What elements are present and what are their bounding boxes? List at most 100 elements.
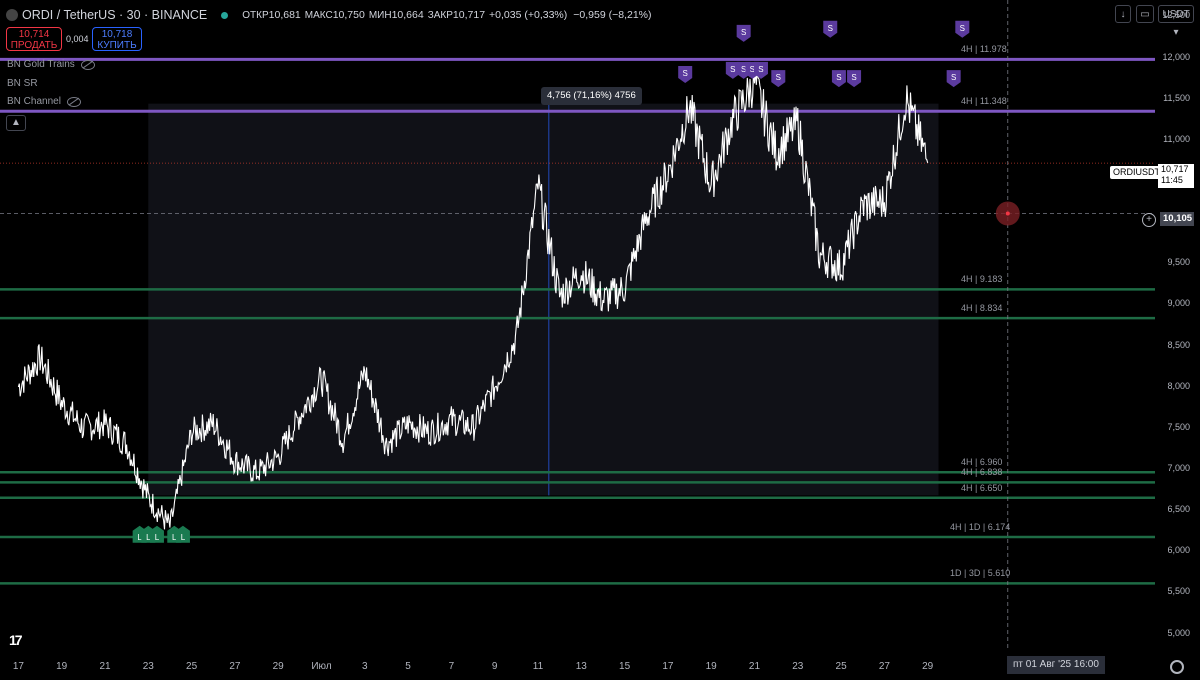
sell-price: 10,714: [18, 29, 50, 40]
spread-value: 0,004: [66, 34, 89, 44]
market-status-icon: [221, 11, 229, 19]
level-label: 4H | 11.348: [961, 96, 1007, 107]
price-tick-label: 6,500: [1167, 504, 1190, 515]
s-signal-label: S: [741, 28, 746, 37]
time-tick-label: 5: [405, 661, 411, 672]
level-label: 4H | 6.960: [961, 457, 1003, 468]
time-tick-label: 21: [748, 661, 761, 672]
indicator-label: BN Gold Trains: [7, 59, 75, 70]
symbol-logo-icon: [6, 9, 18, 21]
buy-price: 10,718: [101, 29, 133, 40]
price-tick-label: 7,500: [1167, 421, 1190, 432]
trading-chart-app: SSSSSSSSSSSSLLLLL ORDI / TetherUS · 30 ·…: [0, 0, 1200, 680]
buy-label: КУПИТЬ: [97, 40, 137, 51]
sell-button[interactable]: 10,714 ПРОДАТЬ: [6, 27, 62, 51]
time-tick-label: 9: [491, 661, 498, 672]
indicator-gold-trains[interactable]: BN Gold Trains: [7, 59, 95, 70]
s-signal-label: S: [730, 65, 735, 74]
crosshair-time-tag: пт 01 Авг '25 16:00: [1007, 656, 1105, 674]
measure-area: [148, 103, 939, 496]
time-tick-label: 17: [662, 661, 674, 672]
time-tick-label: 27: [878, 661, 890, 672]
time-tick-label: 19: [56, 661, 68, 672]
ohlc-open-key: ОТКР: [242, 9, 269, 21]
level-label: 4H | 9.183: [961, 274, 1003, 285]
s-signal-marker: S: [678, 66, 693, 84]
ohlc-close-key: ЗАКР: [427, 9, 453, 21]
time-tick-label: 7: [448, 661, 455, 672]
time-tick-label: Июл: [311, 661, 332, 672]
sell-label: ПРОДАТЬ: [10, 40, 58, 51]
s-signal-label: S: [776, 73, 781, 82]
hidden-eye-icon[interactable]: [80, 59, 95, 70]
l-signal-marker: L: [175, 525, 190, 543]
price-tick-label: 7,000: [1167, 462, 1190, 473]
time-tick-label: 19: [705, 661, 717, 672]
price-tick-label: 8,000: [1167, 380, 1190, 391]
s-signal-label: S: [758, 65, 763, 74]
gear-icon[interactable]: [1170, 660, 1184, 674]
add-alert-plus-icon[interactable]: +: [1142, 213, 1156, 227]
indicator-channel[interactable]: BN Channel: [7, 96, 81, 107]
collapse-indicators-button[interactable]: ▲: [6, 115, 26, 131]
time-tick-label: 17: [12, 661, 24, 672]
s-signal-label: S: [960, 24, 965, 33]
price-tick-label: 12,500: [1162, 10, 1190, 21]
price-tick-label: 12,000: [1162, 51, 1190, 62]
download-icon[interactable]: ↓: [1115, 5, 1131, 23]
buy-button[interactable]: 10,718 КУПИТЬ: [92, 27, 142, 51]
ohlc-change: +0,035 (+0,33%): [489, 9, 568, 21]
indicator-sr[interactable]: BN SR: [7, 78, 38, 89]
ohlc-open-value: 10,681: [268, 9, 301, 21]
level-label: 4H | 1D | 6.174: [950, 521, 1011, 532]
s-signal-label: S: [851, 73, 856, 82]
tradingview-logo-icon[interactable]: 17: [9, 632, 23, 648]
ohlc-low-key: МИН: [368, 9, 392, 21]
s-signal-marker: S: [771, 70, 786, 88]
time-tick-label: 29: [272, 661, 284, 672]
time-tick-label: 21: [99, 661, 111, 672]
time-tick-label: 11: [532, 661, 544, 672]
symbol-title[interactable]: ORDI / TetherUS · 30 · BINANCE: [22, 8, 207, 22]
price-tick-label: 11,500: [1163, 92, 1190, 103]
measure-tooltip: 4,756 (71,16%) 4756: [541, 87, 642, 105]
price-tick-label: 5,500: [1167, 586, 1190, 597]
level-label: 4H | 6.838: [961, 467, 1003, 478]
chart-header: ORDI / TetherUS · 30 · BINANCE ОТКР 10,68…: [6, 6, 652, 24]
s-signal-label: S: [836, 73, 841, 82]
bar-countdown: 11:45: [1161, 175, 1183, 185]
s-signal-marker: S: [847, 70, 862, 88]
s-signal-label: S: [951, 73, 956, 82]
price-tick-label: 9,000: [1167, 298, 1190, 309]
last-price-tag: 10,717 11:45: [1158, 164, 1194, 188]
s-signal-label: S: [683, 69, 688, 78]
time-tick-label: 25: [835, 661, 847, 672]
symbol-price-tag: ORDIUSDT: [1110, 166, 1163, 179]
price-tick-label: 11,000: [1163, 133, 1190, 144]
s-signal-label: S: [828, 24, 833, 33]
hidden-eye-icon[interactable]: [66, 96, 81, 107]
price-tick-label: 9,500: [1167, 257, 1190, 268]
time-tick-label: 3: [362, 661, 368, 672]
price-tick-label: 8,500: [1167, 339, 1190, 350]
time-tick-label: 29: [922, 661, 934, 672]
level-label: 4H | 6.650: [961, 482, 1003, 493]
ohlc-high-key: МАКС: [304, 9, 333, 21]
indicator-label: BN Channel: [7, 96, 61, 107]
s-signal-marker: S: [831, 70, 846, 88]
s-signal-marker: S: [946, 70, 961, 88]
level-label: 4H | 11.978: [961, 44, 1007, 55]
price-tick-label: 5,000: [1167, 627, 1190, 638]
ohlc-high-value: 10,750: [332, 9, 365, 21]
time-tick-label: 23: [792, 661, 804, 672]
s-signal-marker: S: [736, 24, 751, 42]
price-tick-label: 6,000: [1167, 545, 1190, 556]
s-signal-marker: S: [823, 20, 838, 38]
level-label: 1D | 3D | 5.610: [950, 568, 1011, 579]
time-tick-label: 25: [186, 661, 198, 672]
time-tick-label: 13: [575, 661, 587, 672]
last-price: 10,717: [1161, 164, 1189, 174]
l-signal-label: L: [155, 533, 160, 542]
crosshair-price-tag: 10,105: [1160, 212, 1194, 226]
time-tick-label: 23: [142, 661, 154, 672]
